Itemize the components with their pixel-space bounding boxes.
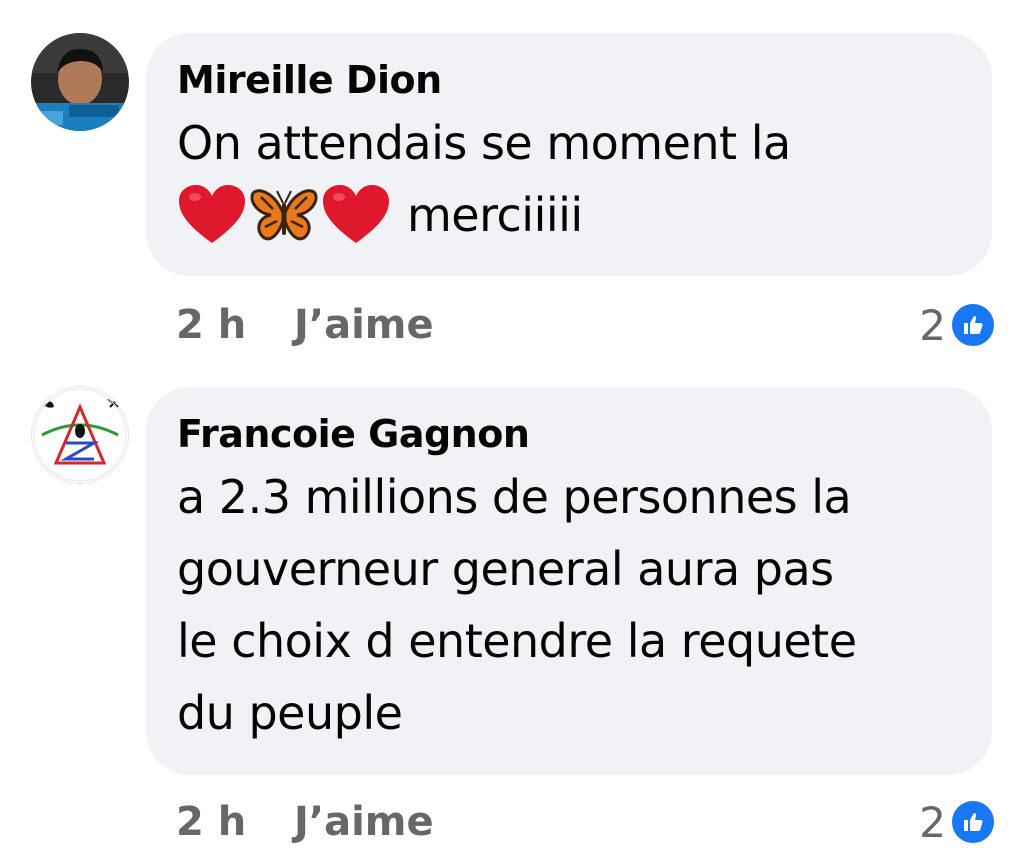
comment-text-line2: merciiiii	[177, 179, 960, 251]
comment-actions: 2 h J’aime 2	[176, 297, 996, 353]
avatar-logo	[33, 388, 127, 482]
avatar[interactable]	[31, 386, 129, 484]
avatar-photo	[31, 33, 129, 131]
avatar[interactable]	[31, 33, 129, 131]
comment-author[interactable]: Mireille Dion	[177, 55, 960, 105]
reaction-summary[interactable]: 2	[919, 297, 996, 353]
red-heart-icon	[179, 185, 245, 243]
reaction-count: 2	[919, 797, 946, 847]
comment-text-suffix: merciiiii	[407, 188, 583, 242]
reaction-summary[interactable]: 2	[919, 794, 996, 850]
comment-bubble: Francoie Gagnon a 2.3 millions de person…	[146, 387, 992, 775]
comment-timestamp[interactable]: 2 h	[176, 297, 246, 353]
comment-actions: 2 h J’aime 2	[176, 794, 996, 850]
like-icon	[950, 302, 996, 348]
reaction-count: 2	[919, 300, 946, 350]
comment-text: a 2.3 millions de personnes la gouverneu…	[177, 470, 857, 740]
comment-bubble: Mireille Dion On attendais se moment la …	[146, 33, 992, 276]
red-heart-icon	[323, 185, 389, 243]
butterfly-icon	[250, 189, 318, 241]
like-button[interactable]: J’aime	[294, 297, 434, 353]
comment-timestamp[interactable]: 2 h	[176, 794, 246, 850]
like-button[interactable]: J’aime	[294, 794, 434, 850]
comment-author[interactable]: Francoie Gagnon	[177, 409, 960, 459]
comment-text: On attendais se moment la	[177, 116, 791, 170]
like-icon	[950, 799, 996, 845]
